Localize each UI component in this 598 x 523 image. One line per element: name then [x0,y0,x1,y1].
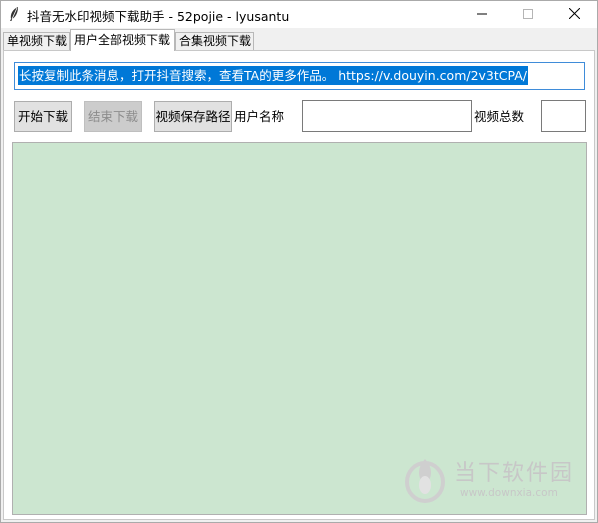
window-title: 抖音无水印视频下载助手 - 52pojie - lyusantu [27,9,290,24]
maximize-button[interactable] [505,1,551,28]
close-button[interactable] [551,1,597,28]
site-watermark: 当下软件园 www.downxia.com [404,453,584,509]
title-bar[interactable]: 抖音无水印视频下载助手 - 52pojie - lyusantu [1,1,597,28]
tab-panel: 长按复制此条消息，打开抖音搜索，查看TA的更多作品。 https://v.dou… [3,50,595,520]
video-total-field[interactable] [541,100,586,132]
app-window: 抖音无水印视频下载助手 - 52pojie - lyusantu 单视频下载 用… [0,0,598,523]
close-icon [568,7,580,22]
username-field[interactable] [302,100,472,132]
feather-icon [7,6,21,22]
tab-bar: 单视频下载 用户全部视频下载 合集视频下载 [1,28,597,51]
minimize-button[interactable] [459,1,505,28]
tab-collection-videos[interactable]: 合集视频下载 [175,32,254,51]
start-download-button[interactable]: 开始下载 [14,101,72,132]
stop-download-button[interactable]: 结束下载 [84,101,142,132]
share-link-input[interactable]: 长按复制此条消息，打开抖音搜索，查看TA的更多作品。 https://v.dou… [14,62,585,90]
video-total-label: 视频总数 [474,109,525,124]
tab-user-all-videos[interactable]: 用户全部视频下载 [70,29,175,51]
maximize-icon [523,8,533,22]
watermark-url: www.downxia.com [460,487,558,499]
minimize-icon [477,8,487,22]
username-label: 用户名称 [234,109,285,124]
tab-single-video[interactable]: 单视频下载 [3,32,70,51]
downxia-logo-icon [404,455,446,503]
save-path-button[interactable]: 视频保存路径 [154,101,232,132]
share-link-selected-text: 长按复制此条消息，打开抖音搜索，查看TA的更多作品。 https://v.dou… [18,66,529,85]
watermark-name: 当下软件园 [454,461,575,486]
